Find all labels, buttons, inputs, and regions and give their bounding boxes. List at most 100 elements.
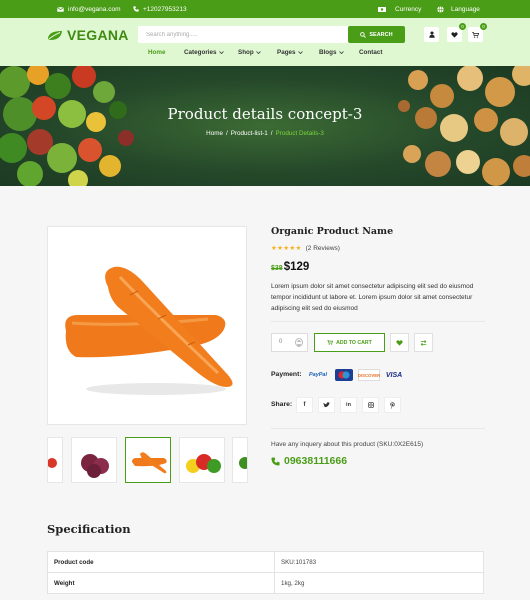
heart-icon xyxy=(396,339,403,346)
quantity-stepper[interactable]: 0 xyxy=(271,333,308,352)
breadcrumb-home[interactable]: Home xyxy=(206,130,223,137)
product-price: $38 $129 xyxy=(271,261,309,273)
phone-icon xyxy=(271,456,280,466)
twitter-share-icon[interactable] xyxy=(318,397,335,413)
payment-label: Payment: xyxy=(271,371,302,378)
breadcrumb-separator: / xyxy=(270,130,273,137)
specification-table: Product code SKU:101783 Weight 1kg, 2kg xyxy=(47,551,484,594)
search-input[interactable] xyxy=(138,26,348,43)
pinterest-share-icon[interactable] xyxy=(384,397,401,413)
breadcrumb: Home / Product-list-1/Product Details-3 xyxy=(0,130,530,137)
nav-shop-label: Shop xyxy=(238,49,254,56)
account-button[interactable] xyxy=(424,27,439,42)
divider xyxy=(271,428,485,429)
bell-pepper-image xyxy=(186,454,221,473)
cart-icon xyxy=(472,31,479,38)
vegetables-background-image xyxy=(0,66,530,186)
nav-pages[interactable]: Pages xyxy=(277,49,303,56)
phone-icon xyxy=(133,6,139,12)
contact-phone[interactable]: 09638111666 xyxy=(271,455,347,467)
product-rating: ★★★★★ (2 Reviews) xyxy=(271,244,340,253)
compare-button[interactable] xyxy=(414,333,433,352)
current-price: $129 xyxy=(283,261,310,273)
maestro-logo xyxy=(335,369,353,381)
nav-blogs-label: Blogs xyxy=(319,49,337,56)
topbar-phone[interactable]: +12027953213 xyxy=(133,0,187,18)
review-count[interactable]: (2 Reviews) xyxy=(306,245,340,252)
currency-label: Currency xyxy=(395,5,422,13)
specification-heading: Specification xyxy=(47,522,131,536)
instagram-share-icon[interactable] xyxy=(362,397,379,413)
nav-home-label: Home xyxy=(148,49,166,56)
nav-contact[interactable]: Contact xyxy=(359,49,382,56)
product-main-image[interactable] xyxy=(47,226,247,425)
inquiry-text: Have any inquery about this product (SKU… xyxy=(271,441,424,448)
user-icon xyxy=(428,31,435,38)
currency-selector[interactable]: Currency xyxy=(378,0,421,18)
linkedin-share-icon[interactable]: in xyxy=(340,397,357,413)
table-row: Weight 1kg, 2kg xyxy=(47,572,484,594)
pinterest-icon xyxy=(390,401,395,409)
hero-banner: Product details concept-3 Home / Product-l… xyxy=(0,66,530,186)
product-thumbnail[interactable] xyxy=(47,437,63,483)
divider xyxy=(271,321,485,322)
nav-categories[interactable]: Categories xyxy=(184,49,224,56)
up-down-arrow-icon xyxy=(297,339,301,346)
globe-icon xyxy=(437,5,444,13)
tomato-image xyxy=(48,458,57,468)
leaf-logo-icon xyxy=(48,30,62,40)
product-thumbnail[interactable] xyxy=(179,437,225,483)
topbar-phone-text: +12027953213 xyxy=(143,5,187,13)
nav-shop[interactable]: Shop xyxy=(238,49,261,56)
chevron-down-icon xyxy=(218,51,224,54)
carrot-image xyxy=(65,266,233,395)
nav-pages-label: Pages xyxy=(277,49,296,56)
spec-key: Product code xyxy=(47,551,275,573)
breadcrumb-separator: / xyxy=(225,130,228,137)
wishlist-count-badge: 0 xyxy=(459,23,466,30)
discover-icon: DISCOVER xyxy=(358,369,380,381)
carrot-thumbnail-image xyxy=(132,452,167,474)
spec-value: SKU:101783 xyxy=(274,551,484,573)
paypal-icon: PayPal xyxy=(308,372,328,378)
add-to-wishlist-button[interactable] xyxy=(390,333,409,352)
page-title: Product details concept-3 xyxy=(167,105,363,123)
stepper-arrows-icon[interactable] xyxy=(295,338,303,347)
product-thumbnail[interactable] xyxy=(71,437,117,483)
table-row: Product code SKU:101783 xyxy=(47,551,484,573)
add-to-cart-button[interactable]: ADD TO CART xyxy=(314,333,385,352)
topbar-email-text: info@vegana.com xyxy=(68,5,121,13)
nav-blogs[interactable]: Blogs xyxy=(319,49,344,56)
chevron-down-icon xyxy=(297,51,303,54)
visa-icon: VISA xyxy=(385,371,403,379)
topbar-email[interactable]: info@vegana.com xyxy=(57,0,121,18)
cart-icon xyxy=(327,340,334,345)
green-vegetable-image xyxy=(239,457,247,469)
search-button[interactable]: SEARCH xyxy=(348,26,405,43)
product-thumbnail-active[interactable] xyxy=(125,437,171,483)
logo-text: VEGANA xyxy=(67,27,129,43)
product-thumbnail[interactable] xyxy=(232,437,248,483)
quantity-value: 0 xyxy=(279,339,283,345)
product-description: Lorem ipsum dolor sit amet consectetur a… xyxy=(271,283,474,312)
language-selector[interactable]: Language xyxy=(437,0,480,18)
compare-arrows-icon xyxy=(420,339,427,346)
facebook-share-icon[interactable]: f xyxy=(296,397,313,413)
breadcrumb-product-list[interactable]: Product-list-1 xyxy=(231,130,268,137)
wishlist-button[interactable]: 0 xyxy=(447,23,466,42)
nav-categories-label: Categories xyxy=(184,49,217,56)
twitter-icon xyxy=(323,402,330,408)
add-to-cart-label: ADD TO CART xyxy=(336,339,372,346)
old-price: $38 xyxy=(271,265,283,272)
money-icon xyxy=(378,6,386,12)
share-label: Share: xyxy=(271,401,293,408)
nav-home[interactable]: Home xyxy=(148,49,166,56)
header: VEGANA SEARCH 0 0 Home Categories Shop P… xyxy=(0,18,530,66)
cart-button[interactable]: 0 xyxy=(468,23,487,42)
cart-count-badge: 0 xyxy=(480,23,487,30)
onion-image xyxy=(81,454,109,478)
language-label: Language xyxy=(451,5,480,13)
breadcrumb-current: Product Details-3 xyxy=(275,130,324,137)
search-button-label: SEARCH xyxy=(369,31,393,38)
logo[interactable]: VEGANA xyxy=(47,27,129,43)
